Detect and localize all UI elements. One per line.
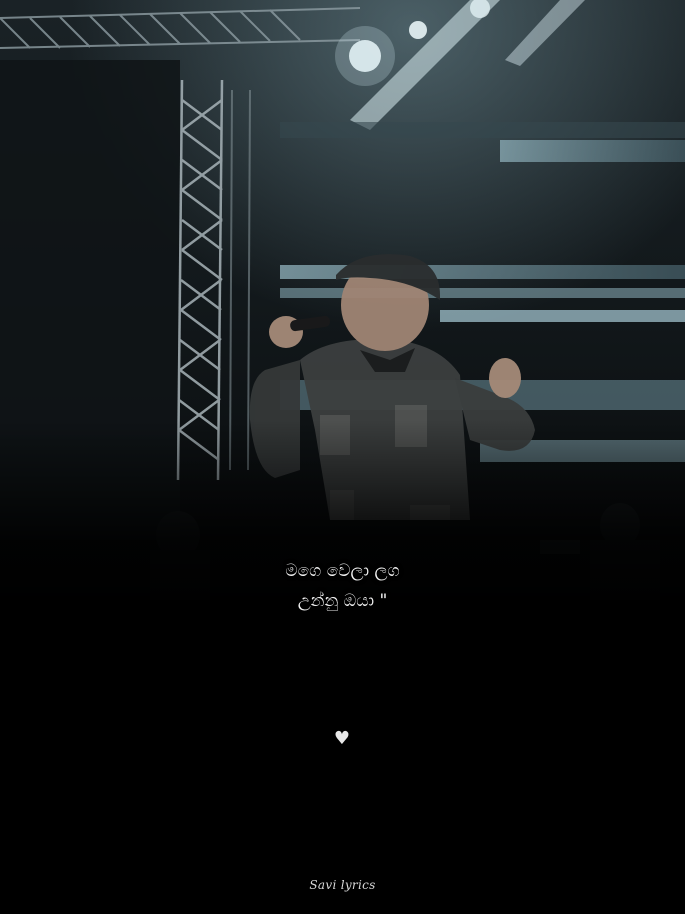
lyrics-line-2: උන්නු ඔයා " (297, 591, 388, 611)
lyrics-caption: මගෙ වෙලා ලග උන්නු ඔයා " (0, 556, 685, 616)
heart-icon: ♥ (333, 728, 351, 749)
watermark-credit: Savi lyrics (309, 878, 376, 892)
concert-photo (0, 0, 685, 600)
lyrics-line-1: මගෙ වෙලා ලග (285, 561, 400, 581)
